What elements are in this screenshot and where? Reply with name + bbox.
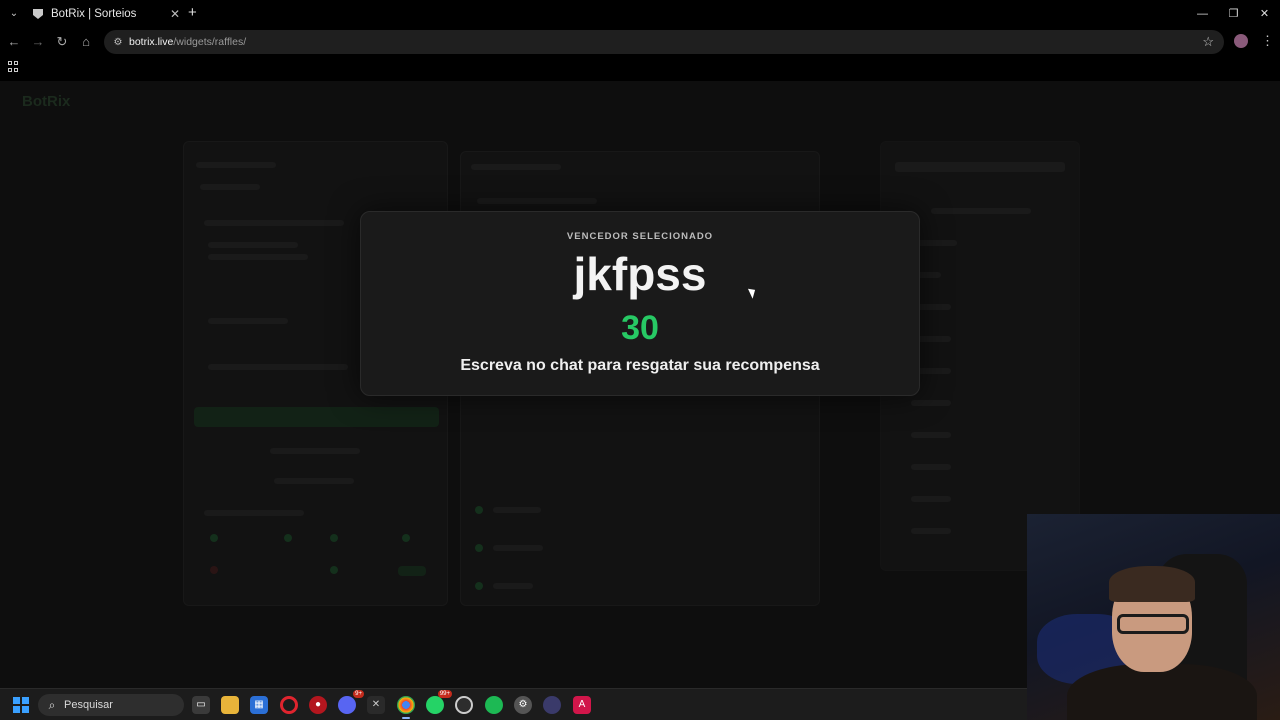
- reload-icon[interactable]: ↻: [54, 34, 70, 50]
- winner-modal: VENCEDOR SELECIONADO jkfpss 30 Escreva n…: [360, 211, 920, 396]
- game-icon[interactable]: ●: [309, 696, 327, 714]
- restore-icon[interactable]: ❐: [1218, 0, 1249, 28]
- close-window-icon[interactable]: ✕: [1249, 0, 1280, 28]
- winner-countdown: 30: [621, 309, 659, 347]
- bookmarks-bar: [0, 58, 1280, 78]
- browser-chrome: ⌄ BotRix | Sorteios ✕ + — ❐ ✕ ← → ↻ ⌂ ⚙ …: [0, 0, 1280, 81]
- browser-toolbar: ← → ↻ ⌂ ⚙ botrix.live /widgets/raffles/ …: [0, 29, 1280, 55]
- task-view-icon[interactable]: ▭: [192, 696, 210, 714]
- taskbar-search[interactable]: ⌕ Pesquisar: [38, 694, 184, 716]
- discord-icon[interactable]: 9+: [338, 690, 364, 714]
- store-icon[interactable]: ▦: [250, 696, 268, 714]
- tab-search-icon[interactable]: ⌄: [6, 6, 22, 22]
- apps-grid-icon[interactable]: [8, 61, 19, 72]
- discord-badge: 9+: [353, 690, 364, 698]
- winner-instruction: Escreva no chat para resgatar sua recomp…: [460, 357, 820, 374]
- winner-label: VENCEDOR SELECIONADO: [566, 231, 714, 242]
- tab-botrix[interactable]: BotRix | Sorteios ✕: [27, 3, 182, 25]
- spotify-icon[interactable]: [485, 696, 503, 714]
- bookmark-star-icon[interactable]: ☆: [1202, 34, 1214, 50]
- profile-avatar[interactable]: [1234, 34, 1248, 48]
- search-icon: ⌕: [48, 697, 56, 712]
- adobe-icon[interactable]: A: [573, 696, 591, 714]
- url-host: botrix.live: [129, 36, 174, 48]
- circle-app-icon[interactable]: [543, 696, 561, 714]
- address-bar[interactable]: ⚙ botrix.live /widgets/raffles/ ☆: [104, 30, 1224, 54]
- search-placeholder: Pesquisar: [64, 699, 113, 711]
- tab-strip: ⌄ BotRix | Sorteios ✕ + — ❐ ✕: [0, 0, 1280, 28]
- winner-name: jkfpss: [573, 248, 707, 300]
- forward-icon[interactable]: →: [30, 34, 46, 50]
- windows-taskbar: ⌕ Pesquisar ▭ ▦ ● 9+ ✕ 99+ ⚙ A: [0, 688, 1027, 720]
- whatsapp-icon[interactable]: 99+: [426, 690, 452, 714]
- opera-icon[interactable]: [280, 696, 298, 714]
- whatsapp-badge: 99+: [437, 690, 452, 698]
- new-tab-button[interactable]: +: [188, 5, 202, 21]
- home-icon[interactable]: ⌂: [78, 34, 94, 50]
- gear-icon[interactable]: ⚙: [514, 696, 532, 714]
- back-icon[interactable]: ←: [6, 34, 22, 50]
- url-path: /widgets/raffles/: [173, 36, 247, 48]
- menu-kebab-icon[interactable]: ⋮: [1261, 34, 1274, 48]
- windows-start-icon[interactable]: [13, 697, 29, 713]
- obs-icon[interactable]: [455, 696, 473, 714]
- folder-icon[interactable]: [221, 696, 239, 714]
- tab-title: BotRix | Sorteios: [51, 8, 137, 20]
- window-controls: — ❐ ✕: [1187, 0, 1280, 28]
- capcut-icon[interactable]: ✕: [367, 696, 385, 714]
- botrix-logo: BotRix: [22, 93, 71, 110]
- botrix-favicon-icon: [33, 9, 43, 19]
- site-info-icon[interactable]: ⚙: [111, 37, 125, 48]
- chrome-icon[interactable]: [397, 696, 415, 719]
- minimize-icon[interactable]: —: [1187, 0, 1218, 28]
- webcam-overlay: [1027, 514, 1280, 720]
- tab-close-icon[interactable]: ✕: [168, 7, 182, 21]
